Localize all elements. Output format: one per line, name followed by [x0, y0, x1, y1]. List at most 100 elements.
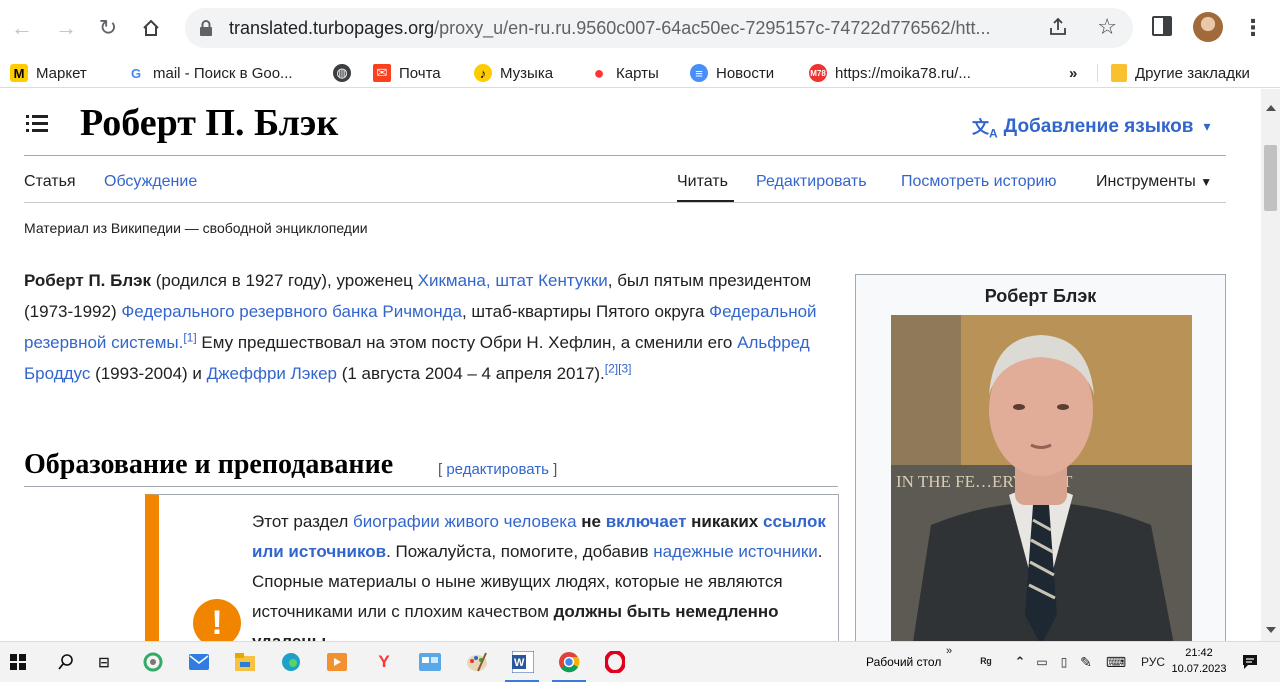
yandex-icon[interactable]: Y	[372, 650, 396, 674]
lead-paragraph: Роберт П. Блэк (родился в 1927 году), ур…	[24, 271, 817, 383]
notifications-icon[interactable]	[1238, 650, 1262, 674]
bookmark-moika78[interactable]: M78 https://moika78.ru/...	[809, 62, 971, 84]
people-icon[interactable]: ᴿᵍ	[974, 650, 998, 674]
bookmarks-bar: M Маркет Gmail - Поиск в Goo... ◍ ✉ Почта …	[0, 56, 1280, 88]
tab-article[interactable]: Статья	[24, 173, 76, 191]
windows-taskbar: ⊟ Y W Рабочий стол » ᴿᵍ ⌃ ▭ ▯ ✎ ⌨ РУС 21…	[0, 641, 1280, 682]
title-divider	[24, 155, 1226, 156]
chevron-down-icon: ▾	[1203, 118, 1211, 135]
url-text[interactable]: translated.turbopages.org/proxy_u/en-ru.…	[229, 18, 1029, 39]
maps-icon: ●	[593, 62, 605, 83]
infobox: Роберт Блэк IN THE FE…ERVE ACT	[855, 274, 1226, 641]
section-edit-link[interactable]: редактировать	[446, 461, 549, 478]
mail-app-icon[interactable]	[187, 650, 211, 674]
clock-time: 21:42	[1185, 647, 1213, 659]
pen-icon[interactable]: ✎	[1074, 650, 1098, 674]
link-richmond-fed[interactable]: Федерального резервного банка Ричмонда	[121, 302, 462, 321]
clock-date: 10.07.2023	[1171, 663, 1227, 675]
ref-3[interactable]: [3]	[618, 361, 631, 375]
bookmark-mail[interactable]: ✉ Почта	[373, 62, 441, 84]
folder-icon	[1111, 64, 1127, 82]
tab-talk[interactable]: Обсуждение	[104, 173, 197, 191]
search-icon[interactable]	[54, 650, 78, 674]
unsourced-warning-box: ! Этот раздел биографии живого человека …	[145, 494, 839, 641]
desktop-toolbar-label[interactable]: Рабочий стол	[866, 655, 941, 669]
link-reliable-sources[interactable]: надежные источники	[653, 542, 818, 561]
globe-icon: ◍	[333, 64, 351, 82]
tab-tools[interactable]: Инструменты ▼	[1096, 173, 1212, 191]
scroll-up-icon[interactable]	[1266, 105, 1276, 111]
file-explorer-icon[interactable]	[233, 650, 257, 674]
taskbar-app-icon[interactable]	[141, 650, 165, 674]
side-panel-icon[interactable]	[1152, 16, 1172, 36]
media-player-icon[interactable]	[325, 650, 349, 674]
browser-toolbar: ← → ↻ translated.turbopages.org/proxy_u/…	[0, 0, 1280, 56]
bookmark-music[interactable]: ♪ Музыка	[474, 62, 553, 84]
network-icon[interactable]: ▭	[1030, 650, 1054, 674]
bookmark-market[interactable]: M Маркет	[10, 62, 87, 84]
section-edit: [ редактировать ]	[438, 461, 558, 478]
infobox-title: Роберт Блэк	[984, 286, 1097, 306]
control-panel-icon[interactable]	[418, 650, 442, 674]
market-icon: M	[10, 64, 28, 82]
page-scrollbar[interactable]	[1261, 89, 1280, 641]
forward-arrow-icon[interactable]: →	[48, 10, 84, 46]
section-divider	[24, 486, 838, 487]
link-includes[interactable]: включает	[606, 512, 687, 531]
battery-icon[interactable]: ▯	[1052, 650, 1076, 674]
language-indicator[interactable]: РУС	[1141, 655, 1165, 669]
tray-up-icon[interactable]: ⌃	[1008, 650, 1032, 674]
site-tagline: Материал из Википедии — свободной энцикл…	[24, 220, 368, 236]
link-blp[interactable]: биографии живого человека	[353, 512, 577, 531]
google-icon: G	[130, 65, 142, 81]
toolbar-chevron[interactable]: »	[946, 645, 952, 657]
edge-icon[interactable]	[279, 650, 303, 674]
bookmark-news[interactable]: ≡ Новости	[690, 62, 774, 84]
menu-dots-icon[interactable]: ⋮	[1242, 14, 1264, 42]
svg-text:W: W	[514, 657, 525, 669]
warning-icon: !	[193, 599, 241, 641]
mail-icon: ✉	[373, 64, 391, 82]
windows-start-icon[interactable]	[6, 650, 30, 674]
lock-icon[interactable]	[199, 19, 213, 42]
home-icon[interactable]	[133, 10, 169, 46]
bookmark-globe[interactable]: ◍	[333, 62, 359, 84]
portrait-photo[interactable]: IN THE FE…ERVE ACT	[891, 315, 1192, 641]
ref-1[interactable]: [1]	[183, 330, 196, 344]
link-hickman[interactable]: Хикмана, штат Кентукки	[418, 271, 608, 290]
reload-icon[interactable]: ↻	[90, 10, 126, 46]
share-icon[interactable]	[1047, 16, 1069, 43]
music-icon: ♪	[474, 64, 492, 82]
clock[interactable]: 21:42 10.07.2023	[1171, 645, 1227, 677]
tab-read[interactable]: Читать	[677, 173, 728, 191]
paint-icon[interactable]	[465, 650, 489, 674]
wikipedia-page: Роберт П. Блэк 文A Добавление языков ▾ Ст…	[0, 89, 1261, 641]
address-bar[interactable]: translated.turbopages.org/proxy_u/en-ru.…	[185, 8, 1133, 48]
main-menu-icon[interactable]	[26, 115, 48, 133]
other-bookmarks[interactable]: Другие закладки	[1111, 62, 1250, 84]
tab-history[interactable]: Посмотреть историю	[901, 173, 1056, 191]
link-lacker[interactable]: Джеффри Лэкер	[207, 364, 337, 383]
news-icon: ≡	[690, 64, 708, 82]
bookmarks-overflow-chevron[interactable]: »	[1069, 62, 1077, 84]
scroll-down-icon[interactable]	[1266, 627, 1276, 633]
task-view-icon[interactable]: ⊟	[92, 650, 116, 674]
bookmark-google[interactable]: Gmail - Поиск в Goo...	[127, 62, 293, 84]
add-languages-button[interactable]: 文A Добавление языков ▾	[972, 113, 1211, 141]
ref-2[interactable]: [2]	[605, 361, 618, 375]
profile-avatar[interactable]	[1193, 12, 1223, 42]
m78-icon: M78	[809, 64, 827, 82]
page-title: Роберт П. Блэк	[80, 102, 339, 144]
chrome-icon[interactable]	[557, 650, 581, 674]
chevron-down-icon: ▼	[1200, 175, 1213, 189]
bookmark-maps[interactable]: ● Карты	[590, 62, 659, 84]
word-icon[interactable]: W	[511, 650, 535, 674]
back-arrow-icon[interactable]: ←	[4, 10, 40, 46]
bookmark-star-icon[interactable]: ☆	[1097, 14, 1117, 40]
keyboard-icon[interactable]: ⌨	[1104, 650, 1128, 674]
warning-text: Этот раздел биографии живого человека не…	[252, 512, 826, 641]
portrait-illustration: IN THE FE…ERVE ACT	[891, 315, 1192, 641]
scroll-thumb[interactable]	[1264, 145, 1277, 211]
tab-edit[interactable]: Редактировать	[756, 173, 867, 191]
opera-icon[interactable]	[603, 650, 627, 674]
